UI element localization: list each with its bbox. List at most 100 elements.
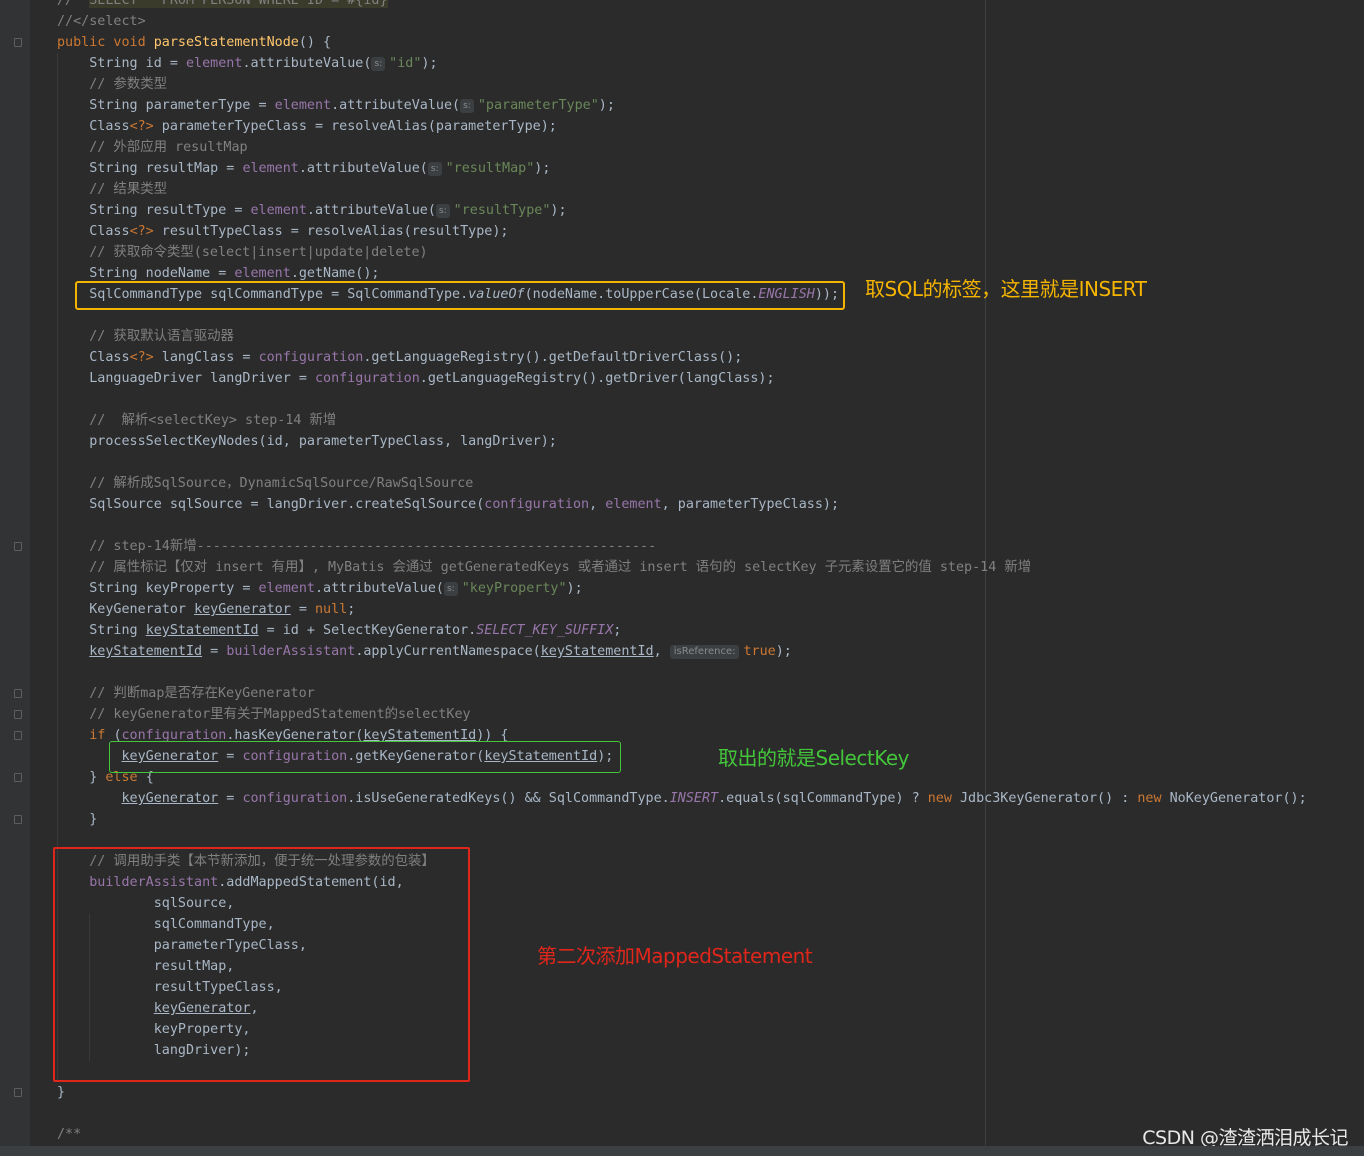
- parameter-hint: s:: [435, 204, 450, 218]
- code-line[interactable]: Class<?> resultTypeClass = resolveAlias(…: [57, 221, 508, 242]
- code-line[interactable]: // 属性标记【仅对 insert 有用】, MyBatis 会通过 getGe…: [57, 557, 1031, 578]
- fold-marker-icon[interactable]: [14, 731, 22, 740]
- code-token: Class: [57, 224, 130, 239]
- sql-label-note: 取SQL的标签，这里就是INSERT: [865, 277, 1147, 301]
- code-token: element: [258, 581, 315, 596]
- code-token: .getName();: [290, 266, 380, 281]
- code-token: =: [218, 791, 243, 806]
- code-token: String resultType =: [57, 203, 251, 218]
- code-token: keyGenerator: [121, 791, 219, 806]
- fold-marker-icon[interactable]: [14, 542, 22, 551]
- code-token: .attributeValue(: [298, 161, 428, 176]
- fold-marker-icon[interactable]: [14, 773, 22, 782]
- code-token: ,: [653, 644, 670, 659]
- code-token: // keyGenerator里有关于MappedStatement的selec…: [57, 707, 471, 722]
- code-token: "parameterType": [477, 98, 599, 113]
- mapped-statement-note: 第二次添加MappedStatement: [537, 944, 813, 968]
- code-token: keyStatementId: [540, 644, 654, 659]
- editor-gutter[interactable]: [0, 0, 30, 1146]
- code-token: = id + SelectKeyGenerator.: [258, 623, 477, 638]
- code-line[interactable]: processSelectKeyNodes(id, parameterTypeC…: [57, 431, 557, 452]
- code-line[interactable]: // 参数类型: [57, 74, 167, 95]
- code-token: String id =: [57, 56, 186, 71]
- code-line[interactable]: String keyStatementId = id + SelectKeyGe…: [57, 620, 621, 641]
- code-line[interactable]: // step-14新增----------------------------…: [57, 536, 656, 557]
- code-token: .getLanguageRegistry().getDefaultDriverC…: [363, 350, 743, 365]
- code-line[interactable]: SqlSource sqlSource = langDriver.createS…: [57, 494, 839, 515]
- code-token: element: [250, 203, 307, 218]
- code-line[interactable]: /**: [57, 1124, 81, 1145]
- code-token: processSelectKeyNodes(id, parameterTypeC…: [57, 434, 557, 449]
- code-token: Class: [57, 119, 130, 134]
- code-token: String resultMap =: [57, 161, 243, 176]
- fold-marker-icon[interactable]: [14, 689, 22, 698]
- code-line[interactable]: keyStatementId = builderAssistant.applyC…: [57, 641, 792, 662]
- fold-marker-icon[interactable]: [14, 815, 22, 824]
- parameter-hint: isReference:: [669, 645, 740, 659]
- code-token: "resultMap": [445, 161, 535, 176]
- code-line[interactable]: LanguageDriver langDriver = configuratio…: [57, 368, 774, 389]
- code-token: keyStatementId: [89, 644, 203, 659]
- code-token: String: [57, 623, 146, 638]
- code-token: // 解析<selectKey> step-14 新增: [57, 413, 337, 428]
- fold-marker-icon[interactable]: [14, 38, 22, 47]
- code-token: element: [605, 497, 662, 512]
- code-token: "id": [389, 56, 422, 71]
- code-line[interactable]: KeyGenerator keyGenerator = null;: [57, 599, 355, 620]
- parameter-hint: s:: [427, 162, 442, 176]
- code-line[interactable]: public void parseStatementNode() {: [57, 32, 331, 53]
- code-token: builderAssistant: [226, 644, 356, 659]
- code-token: String parameterType =: [57, 98, 275, 113]
- code-line[interactable]: // 结果类型: [57, 179, 167, 200]
- code-token: =: [202, 644, 227, 659]
- code-line[interactable]: //</select>: [57, 11, 146, 32]
- code-line[interactable]: }: [57, 809, 97, 830]
- code-line[interactable]: }: [57, 1082, 65, 1103]
- code-line[interactable]: // 获取默认语言驱动器: [57, 326, 234, 347]
- code-token: ,: [589, 497, 606, 512]
- fold-marker-icon[interactable]: [14, 710, 22, 719]
- code-token: .attributeValue(: [331, 98, 461, 113]
- code-token: // 参数类型: [57, 77, 167, 92]
- code-token: configuration: [242, 791, 348, 806]
- code-line[interactable]: String resultMap = element.attributeValu…: [57, 158, 550, 179]
- code-line[interactable]: // SELECT * FROM PERSON WHERE ID = #{id}: [57, 0, 388, 11]
- code-line[interactable]: keyGenerator = configuration.isUseGenera…: [57, 788, 1307, 809]
- code-token: );: [421, 56, 438, 71]
- code-token: .isUseGeneratedKeys() && SqlCommandType.: [347, 791, 670, 806]
- code-token: INSERT: [669, 791, 719, 806]
- code-token: <?>: [129, 350, 154, 365]
- sql-command-type-highlight-box: [75, 281, 845, 310]
- select-key-highlight-box: [109, 741, 621, 773]
- code-line[interactable]: // 解析<selectKey> step-14 新增: [57, 410, 336, 431]
- code-token: new: [1137, 791, 1170, 806]
- code-line[interactable]: // 解析成SqlSource，DynamicSqlSource/RawSqlS…: [57, 473, 473, 494]
- code-token: NoKeyGenerator();: [1169, 791, 1307, 806]
- code-line[interactable]: String id = element.attributeValue(s: "id…: [57, 53, 438, 74]
- code-token: parameterTypeClass = resolveAlias(parame…: [153, 119, 557, 134]
- code-token: }: [57, 1085, 66, 1100]
- code-line[interactable]: String keyProperty = element.attributeVa…: [57, 578, 583, 599]
- code-line[interactable]: // 外部应用 resultMap: [57, 137, 247, 158]
- code-line[interactable]: // 获取命令类型(select|insert|update|delete): [57, 242, 427, 263]
- code-token: // step-14新增----------------------------…: [57, 539, 657, 554]
- code-token: ;: [347, 602, 356, 617]
- fold-marker-icon[interactable]: [14, 1088, 22, 1097]
- code-line[interactable]: Class<?> parameterTypeClass = resolveAli…: [57, 116, 557, 137]
- parameter-hint: s:: [460, 99, 474, 113]
- select-key-note: 取出的就是SelectKey: [718, 746, 909, 770]
- code-line[interactable]: String resultType = element.attributeVal…: [57, 200, 567, 221]
- code-line[interactable]: // keyGenerator里有关于MappedStatement的selec…: [57, 704, 471, 725]
- code-token: Jdbc3KeyGenerator() :: [959, 791, 1138, 806]
- code-line[interactable]: // 判断map是否存在KeyGenerator: [57, 683, 314, 704]
- code-line[interactable]: String parameterType = element.attribute…: [57, 95, 615, 116]
- code-token: <?>: [129, 119, 154, 134]
- code-token: , parameterTypeClass);: [661, 497, 840, 512]
- code-token: );: [550, 203, 567, 218]
- code-token: "resultType": [453, 203, 551, 218]
- code-token: //</select>: [57, 14, 146, 29]
- code-token: resultTypeClass = resolveAlias(resultTyp…: [153, 224, 509, 239]
- code-line[interactable]: Class<?> langClass = configuration.getLa…: [57, 347, 742, 368]
